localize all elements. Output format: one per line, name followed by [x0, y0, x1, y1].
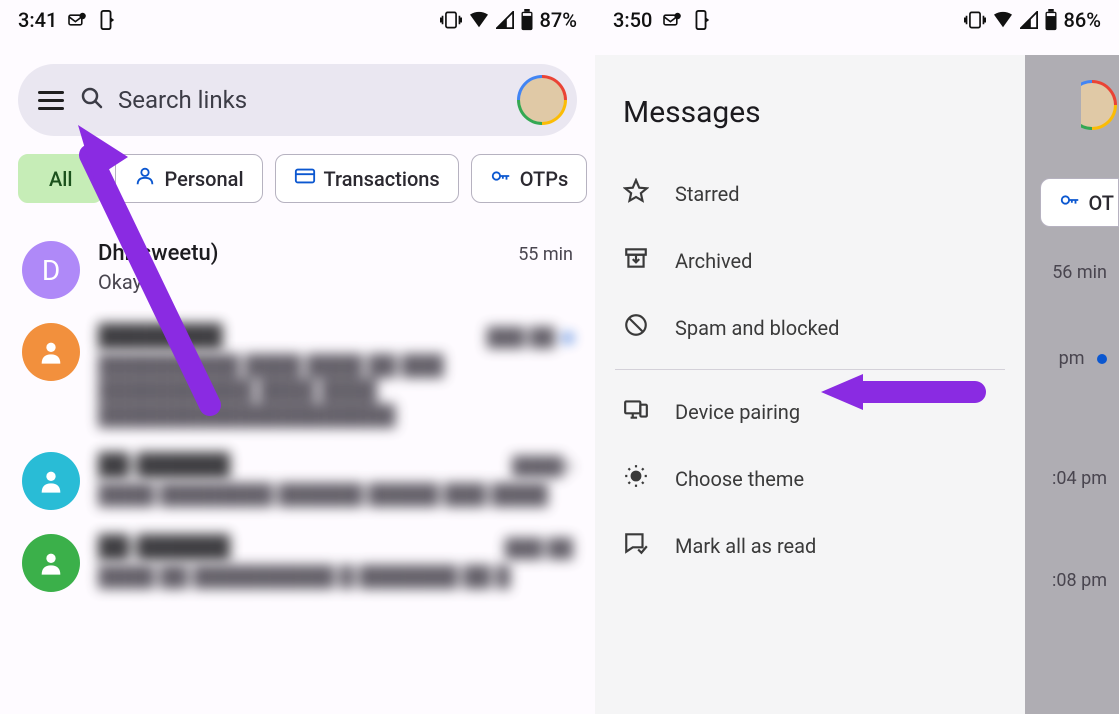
- conversation-avatar: D: [22, 241, 80, 299]
- conversation-preview: ████ ██ ██████████ █ ███████ ██ █: [98, 564, 573, 589]
- wifi-icon: [468, 11, 490, 29]
- drawer-item-starred[interactable]: Starred: [595, 160, 1025, 227]
- chip-transactions[interactable]: Transactions: [275, 154, 459, 203]
- drawer-item-mark-all-read[interactable]: Mark all as read: [595, 512, 1025, 579]
- navigation-drawer: Messages Starred Archived Spam and block…: [595, 55, 1025, 714]
- drawer-item-label: Choose theme: [675, 467, 804, 491]
- conversation-avatar: [22, 323, 80, 381]
- notification-icon-2: [97, 10, 115, 30]
- drawer-item-label: Spam and blocked: [675, 316, 839, 340]
- vibrate-icon: [440, 10, 462, 30]
- chip-otps[interactable]: OTPs: [471, 154, 588, 203]
- star-icon: [623, 178, 649, 209]
- chip-personal[interactable]: Personal: [115, 154, 262, 203]
- person-icon: [134, 165, 156, 192]
- conversation-name: ██-██████: [98, 452, 230, 478]
- conversation-preview: Okay: [98, 270, 573, 294]
- notification-icon-1: [662, 12, 682, 28]
- status-battery-pct: 86%: [1064, 8, 1101, 32]
- drawer-item-label: Device pairing: [675, 400, 800, 424]
- chip-label: All: [49, 167, 72, 191]
- conversation-item[interactable]: ██-██████ ████n ████ ████████ ██████ ███…: [0, 440, 595, 522]
- block-icon: [623, 312, 649, 343]
- drawer-divider: [615, 369, 1005, 370]
- drawer-scrim[interactable]: [1025, 55, 1119, 714]
- conversation-item[interactable]: ██-██████ ███ ██ ████ ██ ██████████ █ ██…: [0, 522, 595, 604]
- drawer-item-spam-blocked[interactable]: Spam and blocked: [595, 294, 1025, 361]
- search-placeholder: Search links: [118, 86, 503, 114]
- status-time: 3:41: [18, 8, 57, 32]
- conversation-preview: ██████████ ████ ████ ██ ███ ███████████ …: [98, 353, 573, 428]
- underlay-chip-otps: OT: [1040, 178, 1119, 227]
- search-icon: [80, 86, 104, 114]
- signal-icon: [496, 11, 514, 29]
- conversation-item[interactable]: ████████ ███ ██ ██████████ ████ ████ ██ …: [0, 311, 595, 440]
- drawer-item-label: Archived: [675, 249, 752, 273]
- underlay-time: :08 pm: [1052, 570, 1107, 591]
- chip-label: Personal: [164, 167, 243, 191]
- chip-label: OTPs: [520, 167, 569, 191]
- conversation-time: ████n: [512, 456, 573, 477]
- conversation-name: ████████: [98, 323, 223, 349]
- conversation-avatar: [22, 452, 80, 510]
- screenshot-left: 3:41: [0, 0, 595, 714]
- signal-icon: [1020, 11, 1038, 29]
- conversation-time: 55 min: [518, 244, 573, 265]
- battery-icon: [520, 9, 534, 31]
- key-icon: [1059, 189, 1081, 216]
- chip-label: Transactions: [324, 167, 440, 191]
- filter-chips: All Personal Transactions OTPs: [0, 154, 595, 223]
- archive-icon: [623, 245, 649, 276]
- card-icon: [294, 165, 316, 192]
- profile-avatar[interactable]: [517, 75, 567, 125]
- screenshot-right: 3:50: [595, 0, 1119, 714]
- chip-all[interactable]: All: [18, 154, 103, 203]
- wifi-icon: [992, 11, 1014, 29]
- drawer-item-label: Mark all as read: [675, 534, 816, 558]
- unread-dot-icon: [563, 333, 573, 343]
- search-bar[interactable]: Search links: [18, 64, 577, 136]
- status-time: 3:50: [613, 8, 652, 32]
- conversation-name: Dhr(sweetu): [98, 241, 218, 266]
- status-bar: 3:41: [0, 0, 595, 36]
- notification-icon-1: [67, 12, 87, 28]
- mark-read-icon: [623, 530, 649, 561]
- conversation-avatar: [22, 534, 80, 592]
- conversation-time: ███ ██: [487, 327, 573, 348]
- battery-icon: [1044, 9, 1058, 31]
- conversation-time: ███ ██: [505, 538, 573, 559]
- underlay-time: 56 min: [1052, 262, 1107, 283]
- conversation-list: D Dhr(sweetu) 55 min Okay ████████ ███: [0, 223, 595, 610]
- drawer-item-theme[interactable]: Choose theme: [595, 445, 1025, 512]
- conversation-item[interactable]: D Dhr(sweetu) 55 min Okay: [0, 229, 595, 311]
- theme-icon: [623, 463, 649, 494]
- underlay-time: :04 pm: [1052, 468, 1107, 489]
- unread-dot-icon: [1097, 354, 1107, 364]
- status-bar: 3:50: [595, 0, 1119, 36]
- underlay-time: pm: [1059, 348, 1107, 369]
- hamburger-menu-icon[interactable]: [36, 85, 66, 116]
- drawer-item-label: Starred: [675, 182, 740, 206]
- notification-icon-2: [692, 10, 710, 30]
- drawer-item-device-pairing[interactable]: Device pairing: [595, 378, 1025, 445]
- devices-icon: [623, 396, 649, 427]
- conversation-preview: ████ ████████ ██████ █████ ███ ████: [98, 482, 573, 507]
- status-battery-pct: 87%: [540, 8, 577, 32]
- key-icon: [490, 165, 512, 192]
- vibrate-icon: [964, 10, 986, 30]
- drawer-item-archived[interactable]: Archived: [595, 227, 1025, 294]
- conversation-name: ██-██████: [98, 534, 230, 560]
- underlay-avatar: [1081, 80, 1119, 136]
- drawer-title: Messages: [595, 89, 1025, 160]
